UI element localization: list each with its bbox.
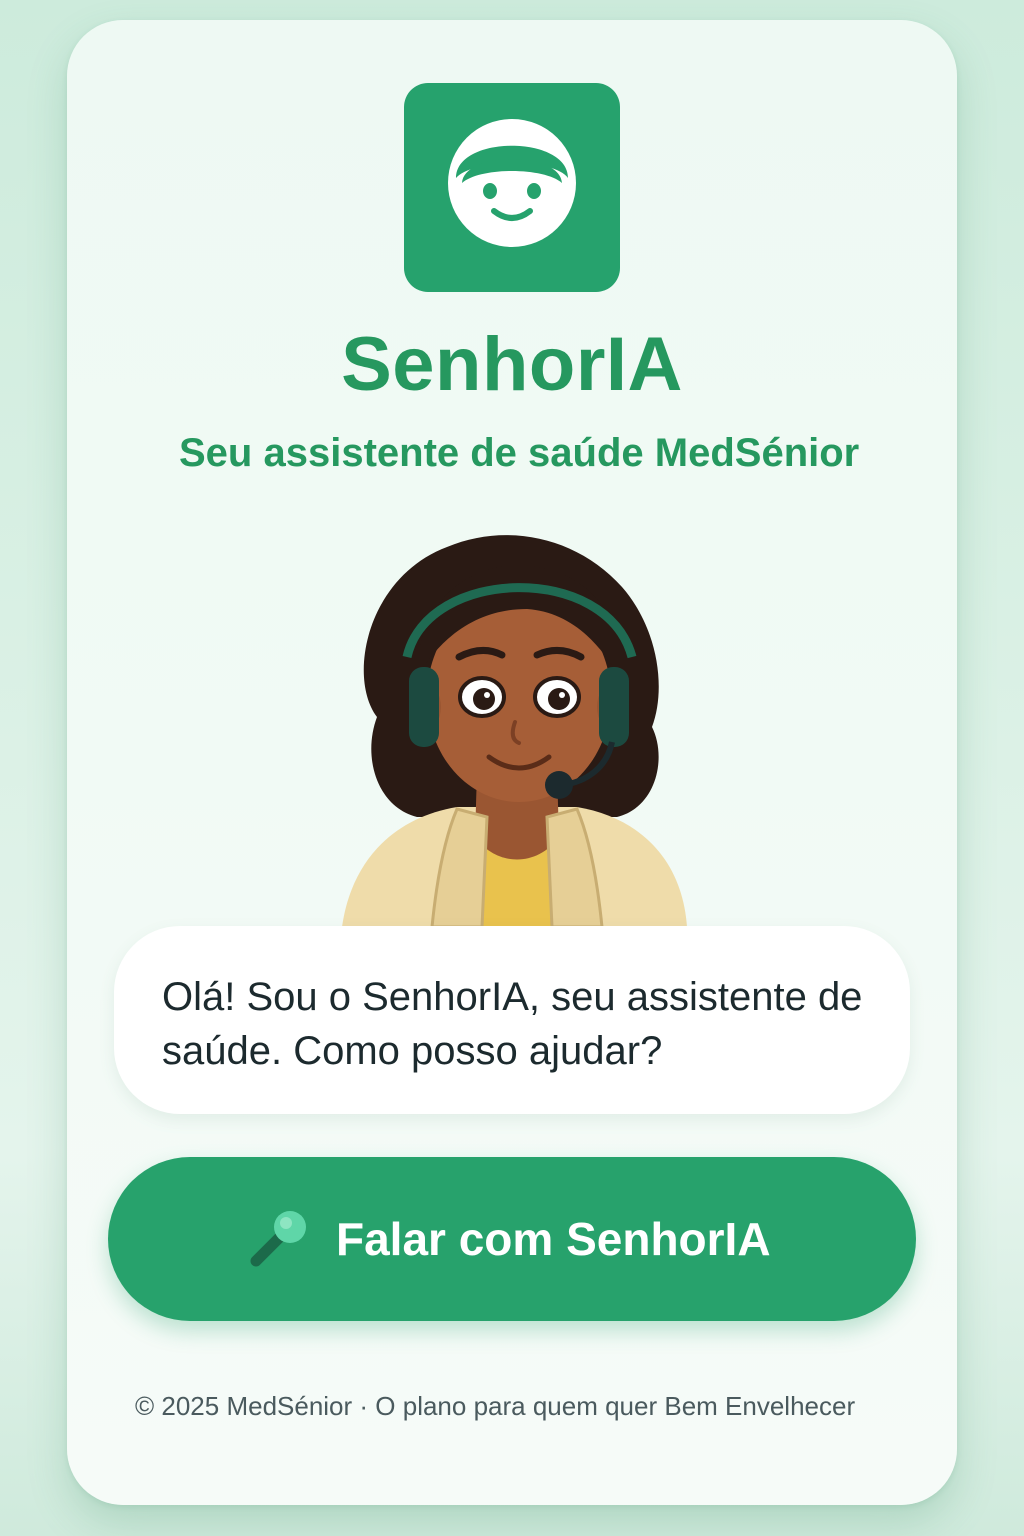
assistant-greeting-text: Olá! Sou o SenhorIA, seu assistente de s… xyxy=(162,975,863,1073)
talk-button-label: Falar com SenhorIA xyxy=(336,1213,771,1265)
app-subtitle: Seu assistente de saúde MedSénior xyxy=(179,431,860,475)
app-logo xyxy=(404,83,620,292)
microphone-icon xyxy=(250,1211,306,1267)
smiley-face-icon xyxy=(448,119,576,247)
footer-copyright: © 2025 MedSénior · O plano para quem que… xyxy=(135,1391,856,1421)
assistant-with-headset-avatar xyxy=(337,517,697,929)
talk-to-assistant-button[interactable]: Falar com SenhorIA xyxy=(108,1157,916,1321)
app-title: SenhorIA xyxy=(341,322,683,407)
assistant-greeting-bubble: Olá! Sou o SenhorIA, seu assistente de s… xyxy=(114,926,910,1114)
main-card: SenhorIA Seu assistente de saúde MedSéni… xyxy=(67,20,957,1505)
